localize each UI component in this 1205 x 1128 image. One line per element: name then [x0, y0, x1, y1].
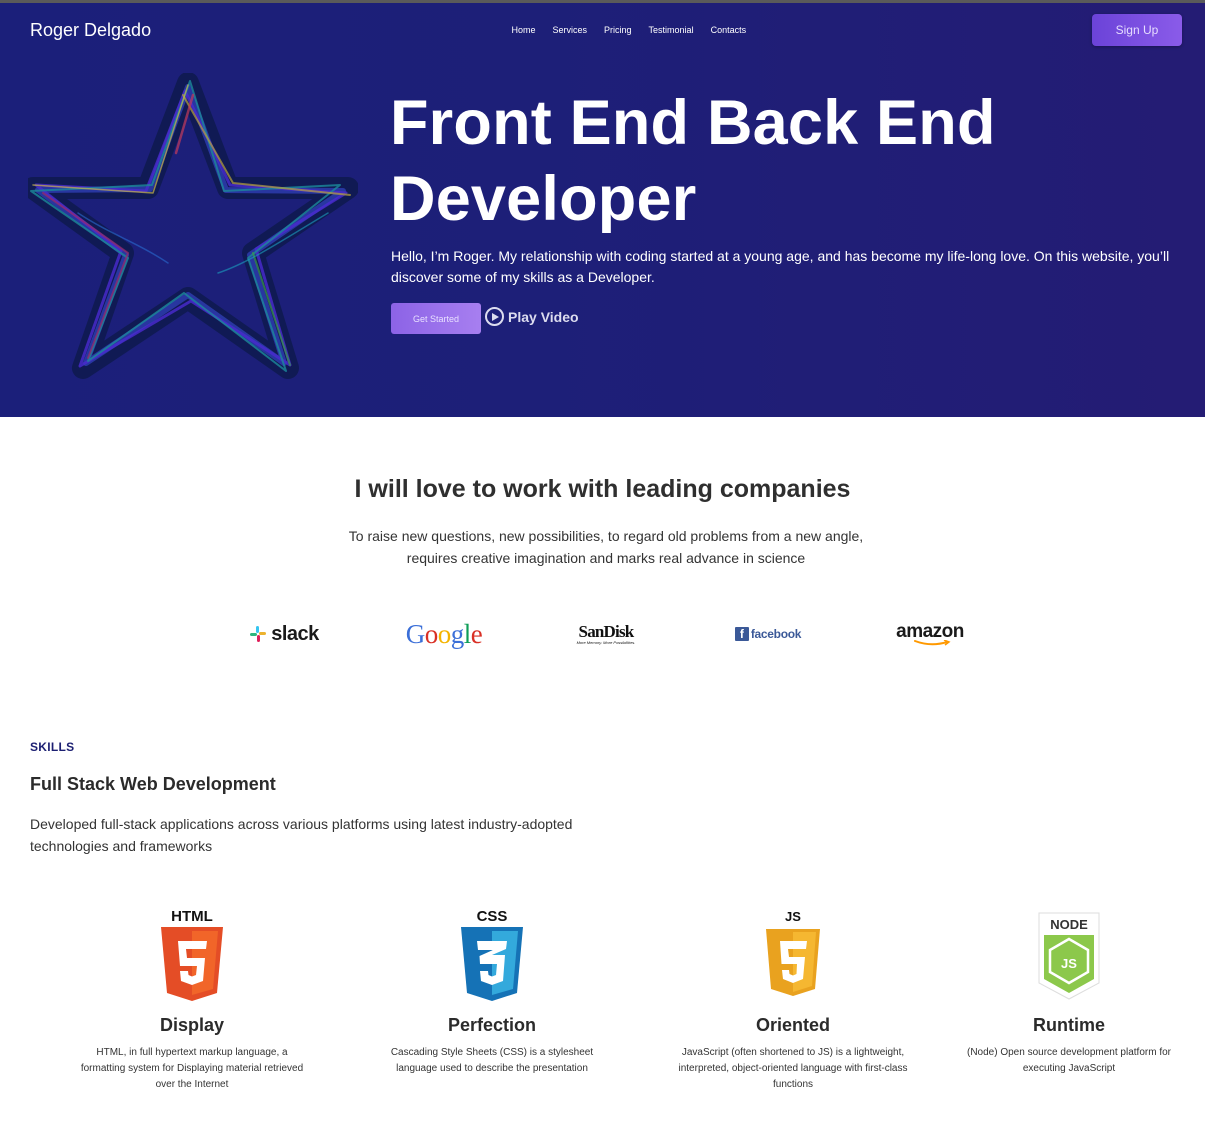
svg-text:HTML: HTML	[171, 908, 213, 925]
nav-contacts[interactable]: Contacts	[702, 25, 755, 35]
skill-name: Oriented	[755, 1015, 830, 1035]
get-started-button[interactable]: Get Started	[391, 303, 481, 334]
companies-title: I will love to work with leading compani…	[354, 475, 851, 503]
svg-text:CSS: CSS	[477, 908, 508, 925]
hero-section: Roger Delgado Home Services Pricing Test…	[0, 3, 1205, 417]
amazon-logo: amazon	[895, 612, 965, 656]
skills-title: Full Stack Web Development	[30, 774, 276, 794]
hero-title: Front End Back End Developer	[390, 85, 1190, 237]
star-illustration	[22, 72, 359, 383]
google-logo: Google	[405, 618, 483, 649]
company-logos: slack Google SanDisk More Memory. More P…	[0, 612, 1205, 656]
skill-card-html: HTML Display HTML, in full hypertext mar…	[62, 907, 322, 1093]
skill-name: Display	[159, 1015, 225, 1035]
svg-text:NODE: NODE	[1050, 917, 1088, 932]
play-video-label: Play Video	[508, 308, 579, 325]
sign-up-button[interactable]: Sign Up	[1092, 14, 1182, 46]
skill-description: (Node) Open source development platform …	[967, 1047, 1171, 1074]
companies-text: To raise new questions, new possibilitie…	[348, 528, 864, 566]
skills-text: Developed full-stack applications across…	[30, 816, 573, 854]
skill-description: Cascading Style Sheets (CSS) is a styles…	[390, 1047, 594, 1074]
hero-title-line-1: Front End Back End	[390, 88, 996, 158]
nav-pricing[interactable]: Pricing	[596, 25, 641, 35]
hero-title-line-2: Developer	[390, 164, 697, 234]
nav-services[interactable]: Services	[544, 25, 596, 35]
play-circle-icon	[485, 307, 504, 326]
play-video-button[interactable]: Play Video	[485, 307, 579, 326]
skill-description: JavaScript (often shortened to JS) is a …	[678, 1047, 908, 1090]
sandisk-logo: SanDisk More Memory. More Possibilities.	[576, 621, 636, 645]
nodejs-icon: NODE JS	[939, 907, 1199, 1003]
skill-card-css: CSS Perfection Cascading Style Sheets (C…	[362, 907, 622, 1077]
svg-text:JS: JS	[1061, 956, 1077, 971]
nav-testimonial[interactable]: Testimonial	[640, 25, 702, 35]
css3-icon: CSS	[362, 907, 622, 1003]
facebook-logo: f facebook	[733, 612, 803, 656]
skill-description: HTML, in full hypertext markup language,…	[80, 1047, 304, 1090]
svg-text:JS: JS	[785, 909, 801, 924]
html5-icon: HTML	[62, 907, 322, 1003]
main-nav: Home Services Pricing Testimonial Contac…	[503, 25, 755, 35]
skills-kicker: SKILLS	[30, 740, 75, 754]
skill-name: Perfection	[447, 1015, 537, 1035]
skill-card-js: JS Oriented JavaScript (often shortened …	[663, 907, 923, 1093]
js-icon: JS	[663, 907, 923, 1003]
skill-card-node: NODE JS Runtime (Node) Open source devel…	[939, 907, 1199, 1077]
slack-logo: slack	[244, 612, 324, 656]
nav-home[interactable]: Home	[503, 25, 544, 35]
skill-name: Runtime	[1033, 1015, 1105, 1035]
brand-name[interactable]: Roger Delgado	[30, 20, 151, 41]
hero-intro-text: Hello, I’m Roger. My relationship with c…	[391, 248, 1170, 285]
